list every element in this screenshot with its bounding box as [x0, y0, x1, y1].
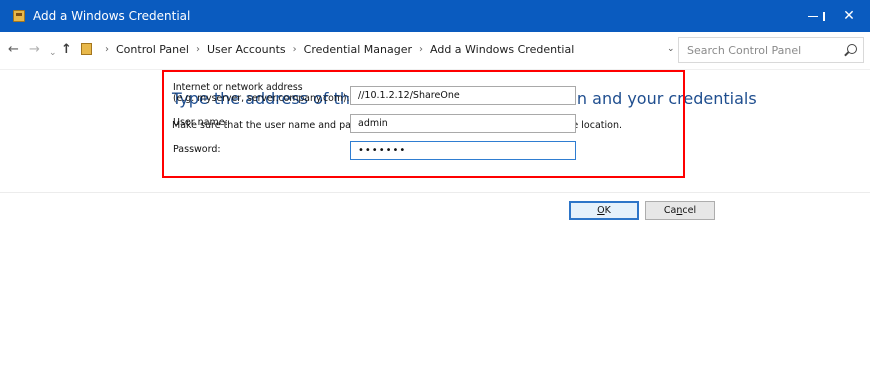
- search-input[interactable]: [679, 38, 837, 62]
- title-bar: Add a Windows Credential ✕: [0, 0, 870, 32]
- password-input[interactable]: [351, 142, 575, 159]
- internet-address-label-line2: (e.g. myserver, server.company.com):: [173, 93, 350, 104]
- user-name-field[interactable]: [350, 114, 576, 133]
- breadcrumb-control-panel[interactable]: Control Panel: [116, 43, 189, 56]
- up-arrow-icon[interactable]: ↑: [61, 42, 72, 58]
- cancel-button-label-suffix: cel: [682, 205, 697, 216]
- breadcrumb-separator: ›: [292, 43, 297, 55]
- search-box[interactable]: [678, 37, 864, 63]
- ok-button-accelerator: O: [597, 205, 605, 216]
- cancel-button[interactable]: Cancel: [645, 201, 715, 220]
- internet-address-input[interactable]: [351, 87, 575, 104]
- recent-locations-icon[interactable]: ⌄: [49, 45, 57, 61]
- password-label: Password:: [173, 144, 221, 155]
- control-panel-folder-icon: [81, 43, 92, 55]
- internet-address-label-line1: Internet or network address: [173, 82, 303, 93]
- cancel-button-label-prefix: Ca: [663, 205, 677, 216]
- breadcrumb-separator: ›: [105, 43, 109, 55]
- breadcrumb-separator: ›: [419, 43, 423, 55]
- password-field[interactable]: [350, 141, 576, 160]
- breadcrumb: › Control Panel › User Accounts › Creden…: [81, 36, 671, 62]
- breadcrumb-user-accounts[interactable]: User Accounts: [207, 43, 286, 56]
- user-name-input[interactable]: [351, 115, 575, 132]
- credential-manager-icon: [13, 10, 25, 22]
- breadcrumb-credential-manager[interactable]: Credential Manager: [304, 43, 412, 56]
- internet-address-field[interactable]: [350, 86, 576, 105]
- forward-arrow-icon[interactable]: →: [29, 42, 40, 58]
- breadcrumb-add-windows-credential[interactable]: Add a Windows Credential: [430, 43, 574, 56]
- search-icon[interactable]: [847, 44, 857, 54]
- close-button[interactable]: ✕: [828, 0, 870, 32]
- button-bar: OK Cancel: [0, 192, 870, 310]
- ok-button[interactable]: OK: [569, 201, 639, 220]
- address-bar: ← → ⌄ ↑ › Control Panel › User Accounts …: [0, 32, 870, 70]
- maximize-icon: [823, 11, 825, 21]
- window-title: Add a Windows Credential: [33, 9, 191, 23]
- internet-address-label: Internet or network address (e.g. myserv…: [173, 82, 350, 104]
- breadcrumb-separator: ›: [195, 43, 200, 55]
- user-name-label: User name:: [173, 117, 228, 128]
- address-dropdown-icon[interactable]: ⌄: [667, 44, 675, 54]
- minimize-icon: [808, 15, 818, 17]
- close-icon: ✕: [843, 8, 855, 24]
- ok-button-label-suffix: K: [604, 205, 611, 216]
- back-arrow-icon[interactable]: ←: [8, 42, 19, 58]
